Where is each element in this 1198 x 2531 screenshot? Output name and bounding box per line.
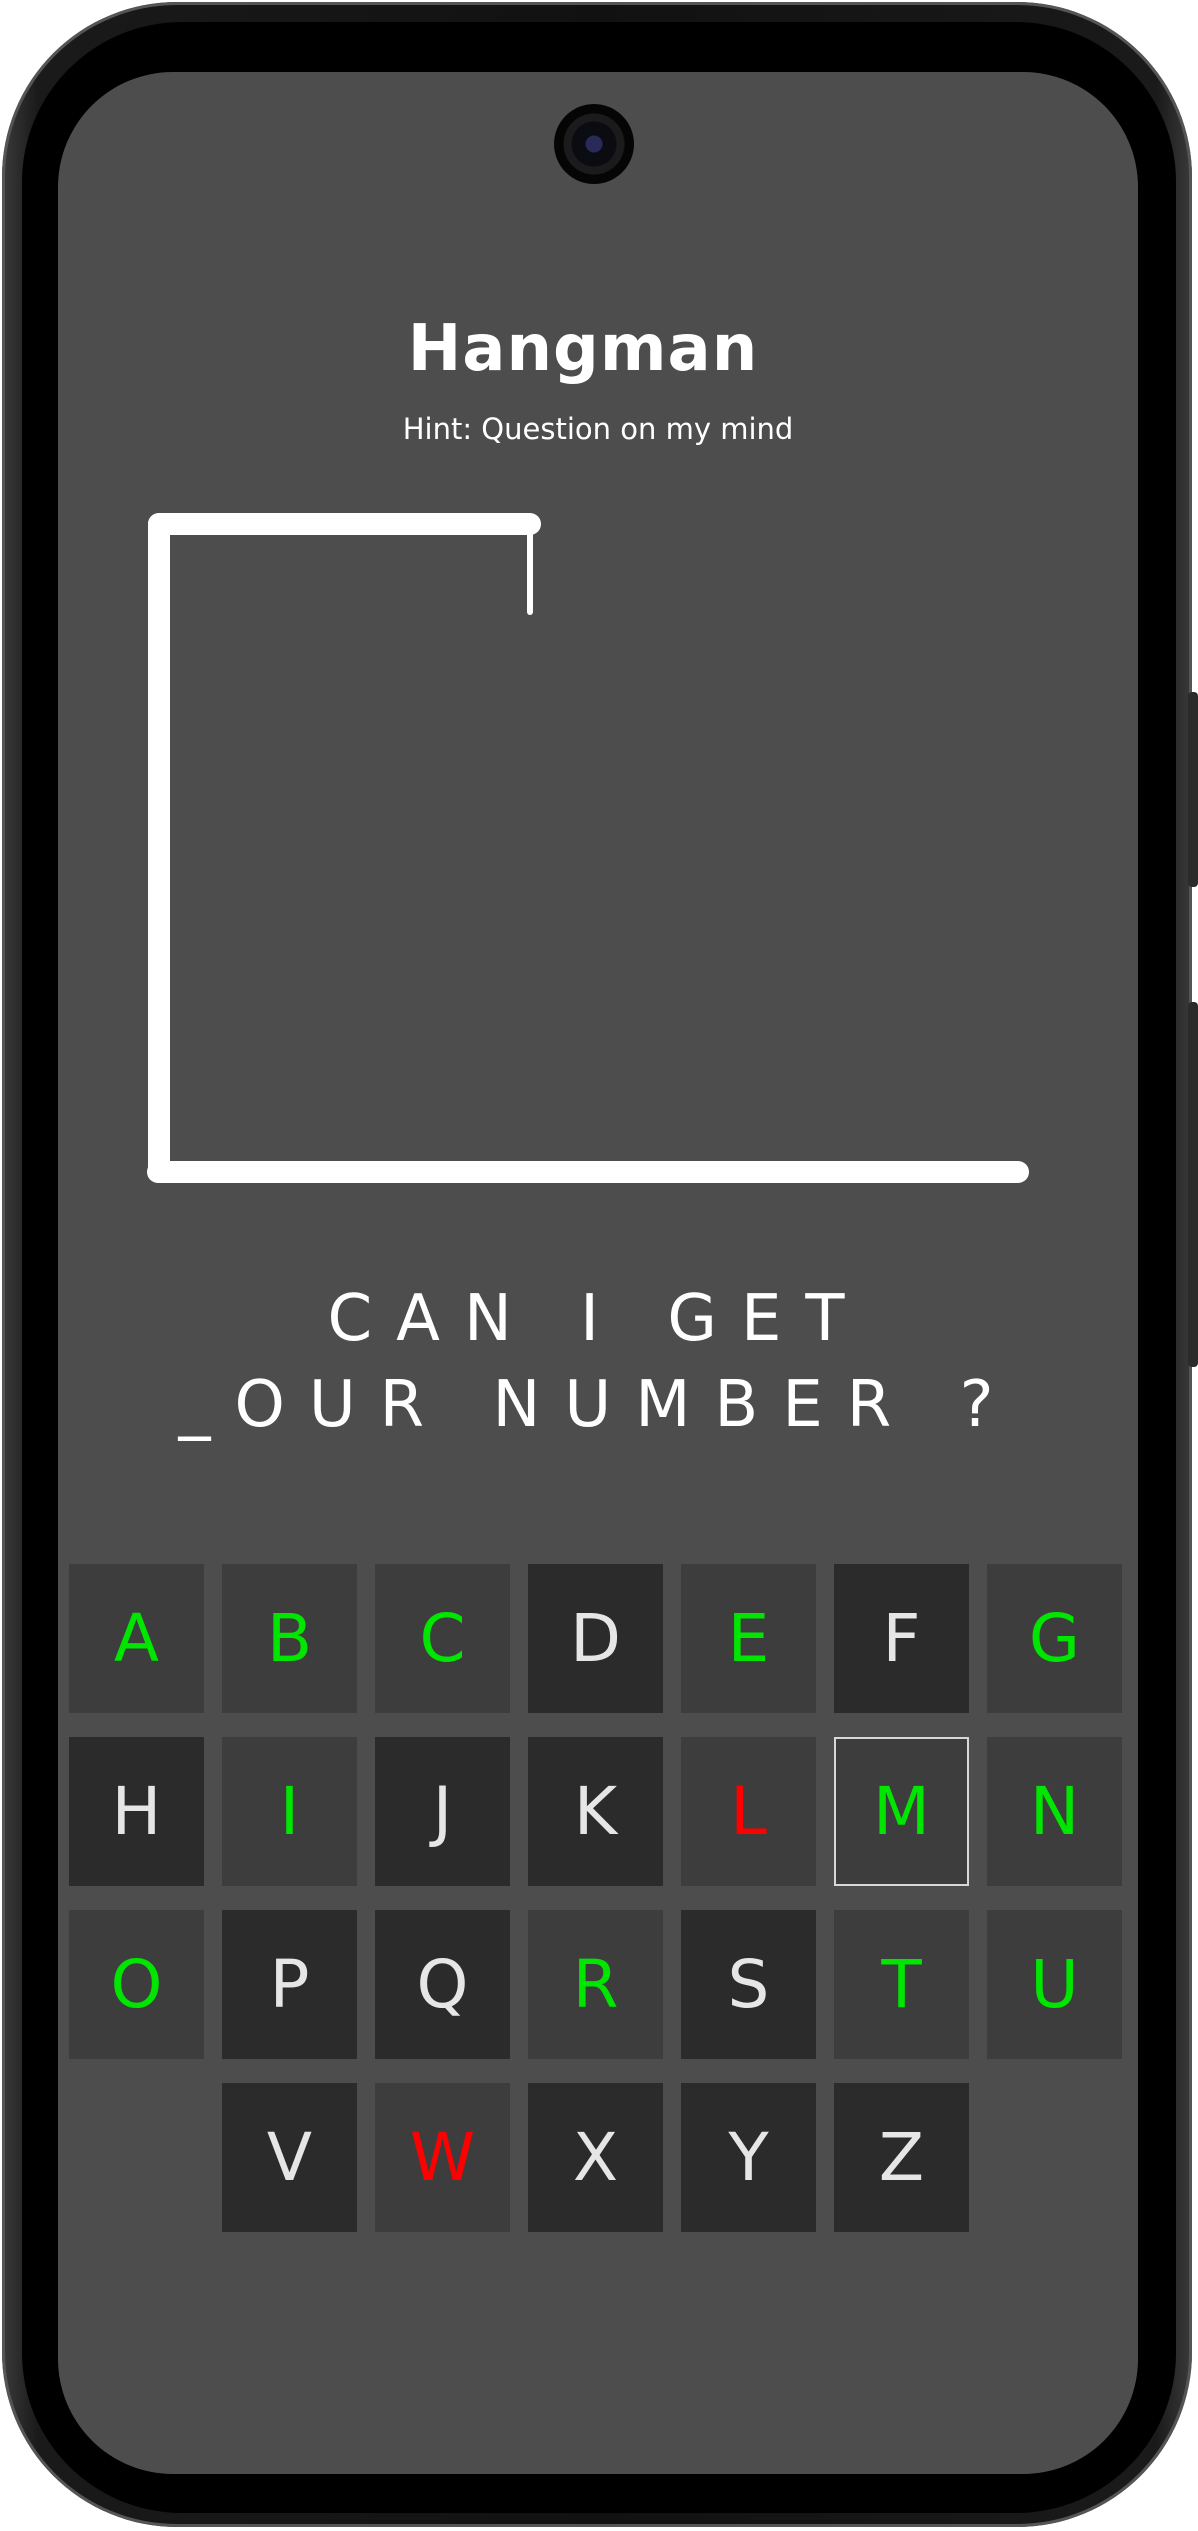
key-h[interactable]: H [69, 1737, 204, 1886]
power-button [1188, 1002, 1198, 1367]
key-i[interactable]: I [222, 1737, 357, 1886]
phone-frame: Hangman Hint: Question on my mind CAN I … [2, 2, 1198, 2527]
volume-button [1188, 692, 1198, 887]
phrase-line-1: CAN I GET [327, 1282, 869, 1356]
key-n[interactable]: N [987, 1737, 1122, 1886]
key-e[interactable]: E [681, 1564, 816, 1713]
key-w[interactable]: W [375, 2083, 510, 2232]
gallows-icon [147, 513, 1029, 1183]
key-l[interactable]: L [681, 1737, 816, 1886]
key-r[interactable]: R [528, 1910, 663, 2059]
key-b[interactable]: B [222, 1564, 357, 1713]
key-k[interactable]: K [528, 1737, 663, 1886]
key-m[interactable]: M [834, 1737, 969, 1886]
key-x[interactable]: X [528, 2083, 663, 2232]
key-c[interactable]: C [375, 1564, 510, 1713]
key-s[interactable]: S [681, 1910, 816, 2059]
key-u[interactable]: U [987, 1910, 1122, 2059]
key-f[interactable]: F [834, 1564, 969, 1713]
key-a[interactable]: A [69, 1564, 204, 1713]
key-v[interactable]: V [222, 2083, 357, 2232]
key-o[interactable]: O [69, 1910, 204, 2059]
key-j[interactable]: J [375, 1737, 510, 1886]
key-y[interactable]: Y [681, 2083, 816, 2232]
key-d[interactable]: D [528, 1564, 663, 1713]
key-p[interactable]: P [222, 1910, 357, 2059]
phrase-line-2: _OUR NUMBER ? [178, 1368, 1018, 1442]
app-screen: Hangman Hint: Question on my mind CAN I … [58, 72, 1138, 2474]
key-z[interactable]: Z [834, 2083, 969, 2232]
key-q[interactable]: Q [375, 1910, 510, 2059]
key-g[interactable]: G [987, 1564, 1122, 1713]
key-t[interactable]: T [834, 1910, 969, 2059]
